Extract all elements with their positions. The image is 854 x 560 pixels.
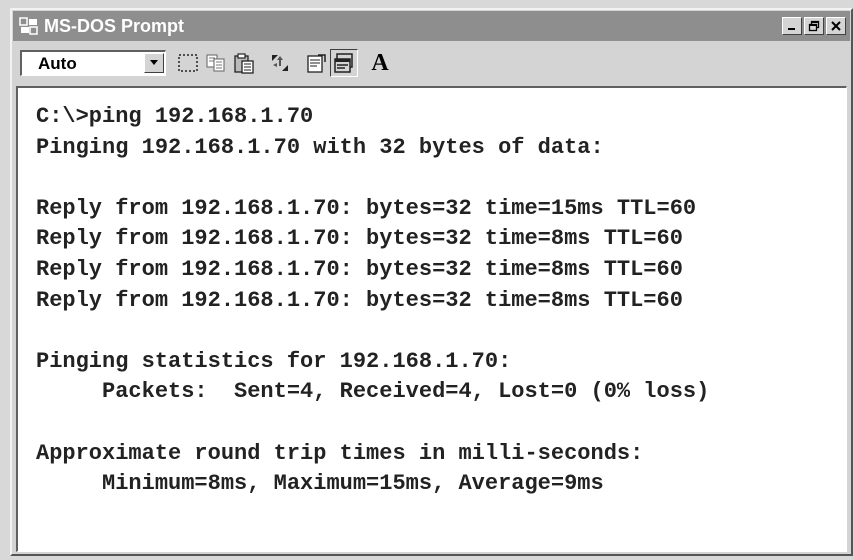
- console-line: Packets: Sent=4, Received=4, Lost=0 (0% …: [36, 379, 710, 405]
- fullscreen-button[interactable]: [266, 49, 294, 77]
- restore-icon: [808, 20, 820, 32]
- font-size-value: Auto: [38, 53, 77, 73]
- console-line: Reply from 192.168.1.70: bytes=32 time=8…: [36, 287, 683, 313]
- copy-icon: [206, 54, 225, 72]
- console-line: C:\>ping 192.168.1.70: [36, 104, 314, 129]
- console-line: Reply from 192.168.1.70: bytes=32 time=8…: [36, 256, 683, 282]
- title-bar[interactable]: MS-DOS Prompt: [13, 11, 850, 41]
- fullscreen-icon: [272, 55, 288, 71]
- toolbar: Auto A: [14, 44, 849, 82]
- copy-button[interactable]: [202, 49, 230, 77]
- minimize-button[interactable]: [782, 17, 802, 35]
- console-output[interactable]: C:\>ping 192.168.1.70 Pinging 192.168.1.…: [16, 86, 847, 552]
- paste-button[interactable]: [230, 49, 258, 77]
- minimize-icon: [788, 28, 795, 30]
- console-line: Minimum=8ms, Maximum=15ms, Average=9ms: [36, 471, 604, 497]
- background-button[interactable]: [330, 49, 358, 77]
- mark-icon: [178, 54, 198, 72]
- properties-button[interactable]: [302, 49, 330, 77]
- mark-button[interactable]: [174, 49, 202, 77]
- console-line: Pinging statistics for 192.168.1.70:: [36, 348, 512, 374]
- msdos-window: MS-DOS Prompt Auto A C:\>ping 192.168.1.…: [10, 8, 853, 556]
- font-button[interactable]: A: [366, 49, 394, 77]
- close-button[interactable]: [826, 17, 846, 35]
- console-line: Pinging 192.168.1.70 with 32 bytes of da…: [36, 134, 604, 160]
- msdos-app-icon[interactable]: [19, 17, 39, 35]
- window-controls: [782, 17, 846, 35]
- console-line: Reply from 192.168.1.70: bytes=32 time=8…: [36, 226, 683, 252]
- window-title: MS-DOS Prompt: [44, 15, 185, 36]
- console-line: Approximate round trip times in milli-se…: [36, 440, 644, 466]
- font-size-select[interactable]: Auto: [20, 50, 166, 76]
- paste-icon: [234, 53, 254, 74]
- chevron-down-icon: [150, 60, 158, 65]
- console-line: Reply from 192.168.1.70: bytes=32 time=1…: [36, 195, 697, 221]
- restore-button[interactable]: [804, 17, 824, 35]
- font-size-dropdown-button[interactable]: [144, 53, 164, 73]
- font-icon: A: [371, 49, 389, 76]
- close-icon: [831, 21, 841, 31]
- properties-icon: [307, 54, 326, 73]
- background-icon: [334, 53, 353, 73]
